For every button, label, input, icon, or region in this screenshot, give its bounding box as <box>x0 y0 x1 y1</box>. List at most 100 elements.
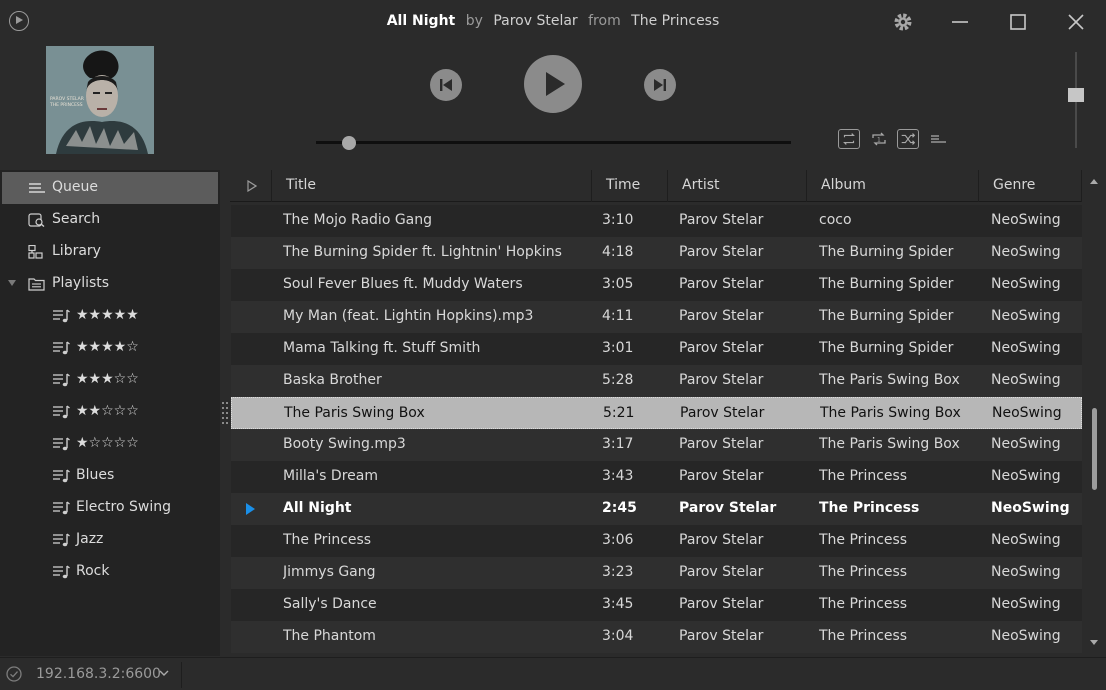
sidebar-item-search[interactable]: Search <box>2 204 218 236</box>
sidebar-item-playlist[interactable]: Blues <box>2 460 218 492</box>
minimize-icon[interactable] <box>946 8 974 36</box>
sidebar-splitter-grip[interactable] <box>222 402 228 424</box>
table-row[interactable]: Jimmys Gang 3:23 Parov Stelar The Princess N… <box>231 557 1082 589</box>
play-button[interactable] <box>524 55 582 113</box>
cell-album: The Burning Spider <box>819 340 954 356</box>
cell-title: Mama Talking ft. Stuff Smith <box>283 340 481 356</box>
table-row[interactable]: The Burning Spider ft. Lightnin' Hopkins… <box>231 237 1082 269</box>
scrollbar-thumb[interactable] <box>1092 408 1097 490</box>
play-icon <box>546 72 565 96</box>
repeat-icon[interactable] <box>838 129 860 149</box>
cell-album: The Princess <box>819 468 908 484</box>
cell-artist: Parov Stelar <box>679 564 764 580</box>
cell-time: 3:45 <box>602 596 634 612</box>
table-row[interactable]: Baska Brother 5:28 Parov Stelar The Paris S… <box>231 365 1082 397</box>
column-header-album[interactable]: Album <box>807 170 979 202</box>
repeat-one-icon[interactable]: 1 <box>868 129 890 149</box>
table-row[interactable]: All Night 2:45 Parov Stelar The Princess Neo… <box>231 493 1082 525</box>
sidebar-item-playlist[interactable]: Electro Swing <box>2 492 218 524</box>
cell-genre: NeoSwing <box>992 405 1062 421</box>
previous-button[interactable] <box>430 69 462 101</box>
cell-title: Milla's Dream <box>283 468 378 484</box>
table-row[interactable]: Milla's Dream 3:43 Parov Stelar The Princes… <box>231 461 1082 493</box>
shuffle-icon[interactable] <box>897 129 919 149</box>
cell-album: The Paris Swing Box <box>819 436 960 452</box>
column-header-time[interactable]: Time <box>592 170 668 202</box>
table-row[interactable]: The Paris Swing Box 5:21 Parov Stelar The P… <box>231 397 1082 429</box>
track-list-scrollbar[interactable] <box>1082 170 1106 656</box>
cell-album: The Paris Swing Box <box>820 405 961 421</box>
cell-artist: Parov Stelar <box>679 212 764 228</box>
sidebar-item-label: Queue <box>52 179 98 195</box>
cell-genre: NeoSwing <box>991 628 1061 644</box>
cell-artist: Parov Stelar <box>679 628 764 644</box>
skip-previous-icon <box>440 79 452 91</box>
now-playing-track: All Night <box>386 13 456 29</box>
table-row[interactable]: Booty Swing.mp3 3:17 Parov Stelar The Paris… <box>231 429 1082 461</box>
cell-artist: Parov Stelar <box>679 468 764 484</box>
server-address[interactable]: 192.168.3.2:6600 <box>36 666 161 682</box>
chevron-down-icon[interactable] <box>8 280 16 286</box>
sidebar-item-playlist[interactable]: ★★☆☆☆ <box>2 396 218 428</box>
cell-time: 2:45 <box>602 500 637 516</box>
scroll-up-icon[interactable] <box>1090 179 1098 184</box>
cell-title: Booty Swing.mp3 <box>283 436 406 452</box>
column-header-artist[interactable]: Artist <box>668 170 807 202</box>
table-row[interactable]: The Phantom 3:04 Parov Stelar The Princess N… <box>231 621 1082 653</box>
cell-album: The Princess <box>819 532 908 548</box>
status-bar: 192.168.3.2:6600 <box>0 657 1106 690</box>
sidebar-item-label: Jazz <box>76 531 104 547</box>
sidebar-item-label: Library <box>52 243 101 259</box>
album-art: PAROV STELAR THE PRINCESS <box>46 46 154 154</box>
sidebar-item-playlist[interactable]: ★★★☆☆ <box>2 364 218 396</box>
maximize-icon[interactable] <box>1004 8 1032 36</box>
cell-genre: NeoSwing <box>991 436 1061 452</box>
column-header-title[interactable]: Title <box>272 170 592 202</box>
sidebar-item-playlist[interactable]: ★★★★☆ <box>2 332 218 364</box>
sidebar-item-playlists[interactable]: Playlists <box>2 268 218 300</box>
seek-slider-thumb[interactable] <box>342 136 357 150</box>
table-row[interactable]: My Man (feat. Lightin Hopkins).mp3 4:11 Pa… <box>231 301 1082 333</box>
sidebar-item-playlist[interactable]: ★☆☆☆☆ <box>2 428 218 460</box>
volume-slider-thumb[interactable] <box>1068 88 1084 103</box>
column-header-genre[interactable]: Genre <box>979 170 1082 202</box>
queue-list-icon[interactable] <box>928 129 950 149</box>
table-row[interactable]: Sally's Dance 3:45 Parov Stelar The Princes… <box>231 589 1082 621</box>
column-header-label: Artist <box>682 177 720 193</box>
table-row[interactable]: The Mojo Radio Gang 3:10 Parov Stelar coco N… <box>231 205 1082 237</box>
seek-slider-track[interactable] <box>316 141 791 144</box>
close-icon[interactable] <box>1062 8 1090 36</box>
cell-artist: Parov Stelar <box>679 596 764 612</box>
sidebar-item-playlist[interactable]: Rock <box>2 556 218 588</box>
cell-title: All Night <box>283 500 352 516</box>
cell-title: The Phantom <box>283 628 376 644</box>
gear-icon[interactable] <box>889 8 917 36</box>
table-row[interactable]: Soul Fever Blues ft. Muddy Waters 3:05 Par… <box>231 269 1082 301</box>
sidebar-item-playlist[interactable]: Jazz <box>2 524 218 556</box>
next-button[interactable] <box>644 69 676 101</box>
sidebar-item-playlist[interactable]: ★★★★★ <box>2 300 218 332</box>
track-list: Title Time Artist Album Genre The Mojo R… <box>230 170 1106 656</box>
scroll-down-icon[interactable] <box>1090 640 1098 645</box>
cell-artist: Parov Stelar <box>679 500 777 516</box>
sidebar: Queue Search Library Playlists ★★★★★ ★★★★… <box>0 170 220 656</box>
cell-genre: NeoSwing <box>991 276 1061 292</box>
sidebar-item-queue[interactable]: Queue <box>2 172 218 204</box>
table-row[interactable]: The Princess 3:06 Parov Stelar The Princess… <box>231 525 1082 557</box>
cell-genre: NeoSwing <box>991 532 1061 548</box>
playlist-icon <box>53 533 70 547</box>
now-playing-artist: Parov Stelar <box>493 13 578 29</box>
now-playing-indicator-icon <box>246 503 255 515</box>
album-cover-image: PAROV STELAR THE PRINCESS <box>46 46 154 154</box>
cell-genre: NeoSwing <box>991 596 1061 612</box>
sidebar-item-library[interactable]: Library <box>2 236 218 268</box>
playlist-icon <box>53 437 70 451</box>
cell-time: 3:01 <box>602 340 634 356</box>
cell-genre: NeoSwing <box>991 308 1061 324</box>
chevron-down-icon[interactable] <box>158 667 170 679</box>
cell-title: The Burning Spider ft. Lightnin' Hopkins <box>283 244 562 260</box>
playlist-icon <box>53 405 70 419</box>
queue-icon <box>29 183 45 193</box>
play-indicator-column-header[interactable] <box>230 170 272 202</box>
table-row[interactable]: Mama Talking ft. Stuff Smith 3:01 Parov St… <box>231 333 1082 365</box>
